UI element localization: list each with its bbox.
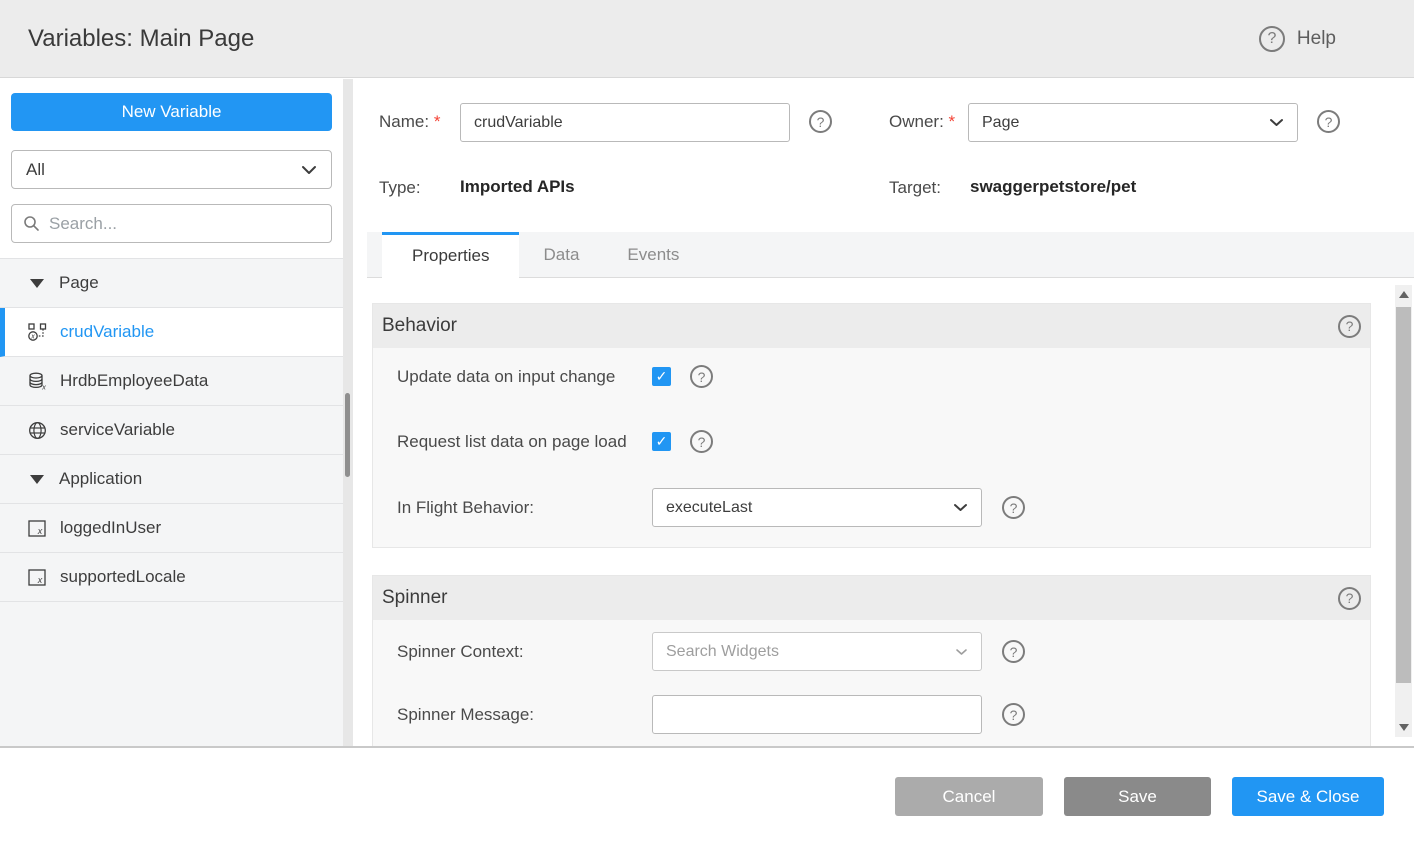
tab-properties[interactable]: Properties — [382, 232, 519, 278]
cancel-button[interactable]: Cancel — [895, 777, 1043, 816]
group-label: Page — [59, 273, 99, 293]
inflight-behavior-help-icon[interactable]: ? — [1002, 496, 1025, 519]
sidebar-item-crudvariable[interactable]: x crudVariable — [0, 308, 343, 357]
owner-help-icon[interactable]: ? — [1317, 110, 1340, 133]
chevron-down-icon — [955, 648, 968, 656]
dialog-footer: Cancel Save Save & Close — [0, 746, 1414, 846]
request-on-load-checkbox[interactable]: ✓ — [652, 432, 671, 451]
target-value: swaggerpetstore/pet — [970, 177, 1136, 197]
content-scrollbar-thumb[interactable] — [1396, 307, 1411, 683]
variables-dialog: Variables: Main Page ? Help New Variable… — [0, 0, 1414, 846]
svg-text:x: x — [41, 382, 46, 391]
inflight-behavior-value: executeLast — [666, 499, 953, 517]
svg-text:x: x — [30, 333, 35, 340]
dialog-body: New Variable All Page x — [0, 79, 1414, 746]
database-variable-icon: x — [28, 372, 47, 391]
crud-variable-icon: x — [28, 323, 47, 342]
sidebar-item-supportedlocale[interactable]: x supportedLocale — [0, 553, 343, 602]
tab-bar: Properties Data Events — [367, 232, 1414, 278]
help-button[interactable]: ? Help — [1259, 0, 1336, 78]
variable-filter-select[interactable]: All — [11, 150, 332, 189]
page-title: Variables: Main Page — [0, 25, 254, 53]
save-button[interactable]: Save — [1064, 777, 1211, 816]
sidebar-item-loggedinuser[interactable]: x loggedInUser — [0, 504, 343, 553]
sidebar-item-hrdbemployeedata[interactable]: x HrdbEmployeeData — [0, 357, 343, 406]
spinner-context-select[interactable]: Search Widgets — [652, 632, 982, 671]
spinner-context-help-icon[interactable]: ? — [1002, 640, 1025, 663]
inflight-behavior-label: In Flight Behavior: — [397, 498, 534, 518]
variables-sidebar: New Variable All Page x — [0, 79, 343, 746]
name-input[interactable] — [460, 103, 790, 142]
variable-item-label: HrdbEmployeeData — [60, 371, 208, 391]
name-help-icon[interactable]: ? — [809, 110, 832, 133]
help-label: Help — [1297, 28, 1336, 50]
variable-filter-value: All — [26, 160, 301, 180]
sidebar-item-servicevariable[interactable]: serviceVariable — [0, 406, 343, 455]
variable-item-label: supportedLocale — [60, 567, 186, 587]
variable-item-label: loggedInUser — [60, 518, 161, 538]
request-on-load-label: Request list data on page load — [397, 432, 627, 452]
save-close-button[interactable]: Save & Close — [1232, 777, 1384, 816]
behavior-section-title: Behavior — [382, 315, 1338, 337]
scroll-up-icon[interactable] — [1399, 291, 1409, 298]
update-on-input-checkbox[interactable]: ✓ — [652, 367, 671, 386]
sidebar-group-application[interactable]: Application — [0, 455, 343, 504]
owner-select-value: Page — [982, 114, 1269, 132]
svg-text:x: x — [37, 526, 43, 536]
static-variable-icon: x — [28, 519, 47, 538]
target-label: Target: — [889, 178, 941, 198]
spinner-message-label: Spinner Message: — [397, 705, 534, 725]
dialog-header: Variables: Main Page ? Help — [0, 0, 1414, 78]
required-asterisk: * — [949, 112, 956, 131]
chevron-down-icon — [1269, 118, 1284, 127]
name-label: Name: * — [379, 112, 440, 132]
variable-list: Page x crudVariable x HrdbEmployeeData — [0, 258, 343, 602]
spinner-message-input[interactable] — [652, 695, 982, 734]
request-on-load-help-icon[interactable]: ? — [690, 430, 713, 453]
collapse-triangle-icon — [30, 279, 44, 288]
sidebar-scrollbar-thumb[interactable] — [345, 393, 350, 477]
spinner-context-placeholder: Search Widgets — [666, 643, 955, 661]
inflight-behavior-select[interactable]: executeLast — [652, 488, 982, 527]
static-variable-icon: x — [28, 568, 47, 587]
owner-label: Owner: * — [889, 112, 955, 132]
spinner-context-label: Spinner Context: — [397, 642, 524, 662]
new-variable-button[interactable]: New Variable — [11, 93, 332, 131]
main-panel: Name: * ? Owner: * Page ? Type: Imported… — [353, 79, 1414, 746]
spinner-section-title: Spinner — [382, 587, 1338, 609]
owner-select[interactable]: Page — [968, 103, 1298, 142]
content-scrollbar[interactable] — [1395, 285, 1412, 737]
type-value: Imported APIs — [460, 177, 575, 197]
variable-item-label: serviceVariable — [60, 420, 175, 440]
sidebar-scrollbar[interactable] — [343, 79, 353, 746]
sidebar-controls: New Variable All — [0, 79, 343, 258]
spinner-help-icon[interactable]: ? — [1338, 587, 1361, 610]
group-label: Application — [59, 469, 142, 489]
variable-item-label: crudVariable — [60, 322, 154, 342]
type-label: Type: — [379, 178, 421, 198]
variable-search-box — [11, 204, 332, 243]
collapse-triangle-icon — [30, 475, 44, 484]
update-on-input-label: Update data on input change — [397, 367, 615, 387]
spinner-message-help-icon[interactable]: ? — [1002, 703, 1025, 726]
sidebar-group-page[interactable]: Page — [0, 259, 343, 308]
svg-text:x: x — [37, 575, 43, 585]
chevron-down-icon — [301, 165, 317, 175]
behavior-section-header: Behavior ? — [373, 304, 1370, 348]
search-icon — [23, 215, 40, 232]
service-variable-icon — [28, 421, 47, 440]
tab-events[interactable]: Events — [603, 232, 703, 277]
chevron-down-icon — [953, 503, 968, 512]
tab-data[interactable]: Data — [519, 232, 603, 277]
scroll-down-icon[interactable] — [1399, 724, 1409, 731]
help-circle-icon: ? — [1259, 26, 1285, 52]
spinner-section-header: Spinner ? — [373, 576, 1370, 620]
required-asterisk: * — [434, 112, 441, 131]
variable-search-input[interactable] — [49, 214, 320, 234]
behavior-help-icon[interactable]: ? — [1338, 315, 1361, 338]
update-on-input-help-icon[interactable]: ? — [690, 365, 713, 388]
